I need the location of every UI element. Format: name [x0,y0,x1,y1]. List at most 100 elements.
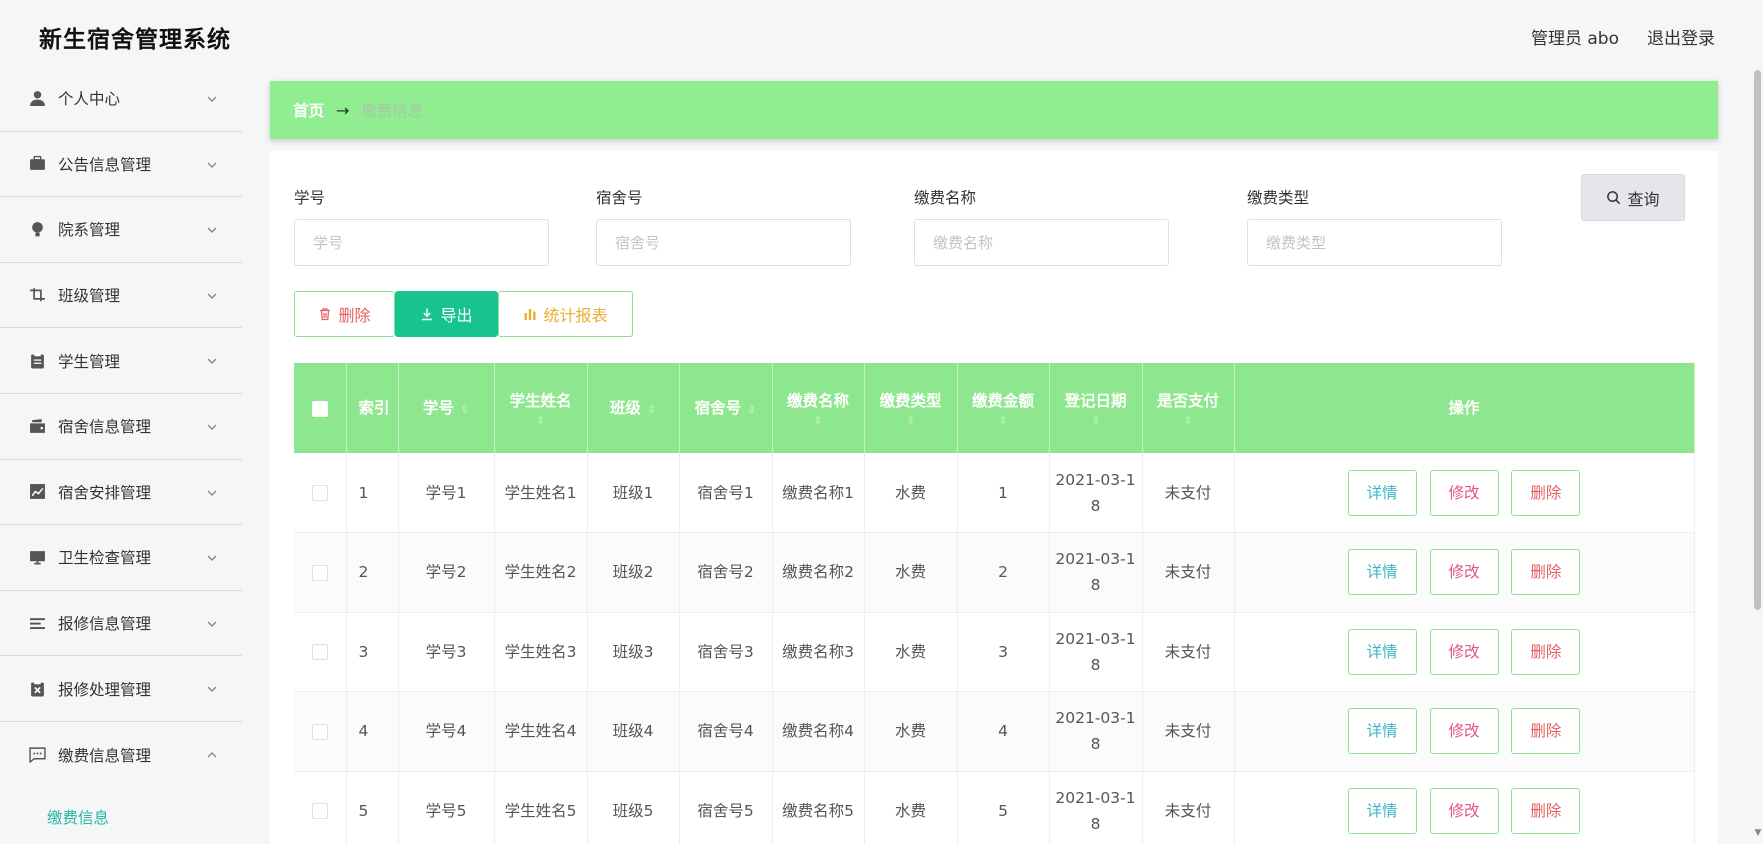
sidebar-item-hygiene[interactable]: 卫生检查管理 [0,525,242,591]
clipboard-x-icon [28,680,46,698]
row-select-cell [294,453,347,533]
header-fee-name[interactable]: 缴费名称 ⇕ [772,363,865,453]
delete-button[interactable]: 删除 [1511,469,1581,516]
sidebar-item-dorm-info[interactable]: 宿舍信息管理 [0,394,242,460]
batch-delete-label: 删除 [338,306,371,325]
date-line-2: 8 [1090,735,1101,754]
cell-paid: 未支付 [1142,771,1235,844]
row-select-cell [294,532,347,613]
query-button[interactable]: 查询 [1581,174,1685,221]
chevron-down-icon [206,90,220,104]
header-label: 登记日期 [1064,392,1127,410]
batch-delete-button[interactable]: 删除 [294,291,395,337]
student-no-input[interactable] [294,219,549,266]
logout-link[interactable]: 退出登录 [1647,24,1715,49]
row-checkbox[interactable] [311,803,328,820]
row-checkbox[interactable] [311,723,328,740]
export-button[interactable]: 导出 [395,291,498,337]
cell-fee-name: 缴费名称2 [772,532,865,613]
sidebar-item-label: 报修处理管理 [58,680,152,699]
edit-button[interactable]: 修改 [1429,787,1499,834]
content-panel: 学号 宿舍号 缴费名称 缴费类型 查询 删除 导出 统计报表 [270,151,1718,844]
date-line-1: 2021-03-1 [1055,788,1136,807]
detail-button[interactable]: 详情 [1347,469,1417,516]
breadcrumb-home[interactable]: 首页 [293,99,324,121]
sort-icon: ⇕ [998,414,1008,427]
cell-student-name: 学生姓名5 [494,771,588,844]
cell-ops: 详情 修改 删除 [1234,532,1695,613]
select-all-checkbox[interactable] [311,400,328,417]
detail-button[interactable]: 详情 [1347,787,1417,834]
cell-ops: 详情 修改 删除 [1234,453,1695,533]
chevron-up-icon [206,746,220,760]
cell-fee-type: 水费 [864,532,958,613]
sort-icon: ⇕ [535,414,546,427]
cell-student-no: 学号4 [398,691,495,772]
delete-button[interactable]: 删除 [1511,628,1581,675]
delete-button[interactable]: 删除 [1511,708,1581,755]
cell-dorm: 宿舍号3 [679,612,773,692]
sidebar-item-class[interactable]: 班级管理 [0,263,242,329]
delete-button[interactable]: 删除 [1511,787,1581,834]
row-checkbox[interactable] [311,564,328,581]
cell-fee-type: 水费 [864,771,958,844]
detail-button[interactable]: 详情 [1347,628,1417,675]
cell-index: 5 [346,771,399,844]
sidebar-item-label: 学生管理 [58,352,121,371]
sidebar-item-label: 宿舍信息管理 [58,418,152,437]
sidebar-item-label: 个人中心 [58,90,121,109]
stat-report-button[interactable]: 统计报表 [498,291,633,337]
row-select-cell [294,771,347,844]
sidebar: 个人中心 公告信息管理 院系管理 班级管理 学生管理 宿舍信息管理 宿舍安排管理… [0,66,242,844]
header-paid[interactable]: 是否支付 ⇕ [1142,363,1235,453]
header-fee-type[interactable]: 缴费类型 ⇕ [864,363,958,453]
chevron-down-icon [206,221,220,235]
row-checkbox[interactable] [311,644,328,661]
header-student-no[interactable]: 学号 ⇕ [398,363,495,453]
scroll-down-arrow-icon[interactable]: ▼ [1753,828,1763,838]
page-scrollbar-thumb[interactable] [1754,70,1761,610]
sidebar-item-student[interactable]: 学生管理 [0,328,242,394]
sidebar-item-repair-handle[interactable]: 报修处理管理 [0,656,242,722]
chevron-down-icon [206,680,220,694]
edit-button[interactable]: 修改 [1429,549,1499,596]
fee-type-input[interactable] [1247,219,1502,266]
header-amount[interactable]: 缴费金额 ⇕ [957,363,1050,453]
cell-index: 2 [346,532,399,613]
cell-ops: 详情 修改 删除 [1234,771,1695,844]
chevron-down-icon [206,615,220,629]
user-name[interactable]: 管理员 abo [1531,24,1619,49]
sidebar-item-personal-center[interactable]: 个人中心 [0,66,242,132]
date-line-2: 8 [1090,655,1101,674]
sidebar-item-repair-info[interactable]: 报修信息管理 [0,591,242,657]
sidebar-item-notice[interactable]: 公告信息管理 [0,132,242,198]
sidebar-subitem-fee-info[interactable]: 缴费信息 [0,788,242,844]
header-dorm[interactable]: 宿舍号 ⇕ [679,363,773,453]
edit-button[interactable]: 修改 [1429,708,1499,755]
wallet-icon [28,417,46,435]
edit-button[interactable]: 修改 [1429,628,1499,675]
row-checkbox[interactable] [311,485,328,501]
dorm-no-input[interactable] [596,219,851,266]
header-class[interactable]: 班级 ⇕ [587,363,680,453]
header-student-name[interactable]: 学生姓名 ⇕ [494,363,588,453]
cell-index: 1 [346,453,399,533]
delete-button[interactable]: 删除 [1511,549,1581,596]
edit-button[interactable]: 修改 [1429,469,1499,516]
cell-amount: 3 [957,612,1050,692]
date-line-2: 8 [1090,576,1101,595]
detail-button[interactable]: 详情 [1347,708,1417,755]
cell-student-no: 学号3 [398,612,495,692]
sidebar-item-fee-mgmt[interactable]: 缴费信息管理 [0,722,242,788]
cell-dorm: 宿舍号5 [679,771,773,844]
detail-button[interactable]: 详情 [1347,549,1417,596]
row-select-cell [294,691,347,772]
sidebar-item-department[interactable]: 院系管理 [0,197,242,263]
header-date[interactable]: 登记日期 ⇕ [1049,363,1143,453]
fee-name-input[interactable] [914,219,1169,266]
chevron-down-icon [206,156,220,170]
user-area: 管理员 abo 退出登录 [1531,24,1715,49]
sidebar-item-dorm-arrange[interactable]: 宿舍安排管理 [0,460,242,526]
date-line-1: 2021-03-1 [1055,709,1136,728]
list-icon [28,614,46,632]
